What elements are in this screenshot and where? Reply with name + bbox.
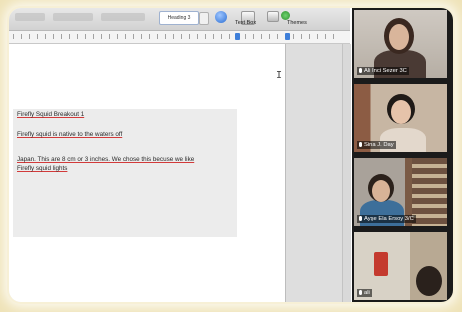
bookshelf bbox=[412, 158, 447, 226]
doc-title-line: Firefly Squid Breakout 1 bbox=[17, 111, 85, 118]
doc-line: Japan. This are 8 cm or 3 inches. We cho… bbox=[17, 156, 195, 163]
tab-marker[interactable] bbox=[285, 33, 290, 40]
participant-tile[interactable]: ali bbox=[354, 232, 447, 300]
participant-face bbox=[389, 24, 409, 50]
microphone-icon bbox=[359, 216, 362, 221]
participant-name-text: Ali Inci Sezer 3C bbox=[364, 68, 407, 74]
themes-label: Themes bbox=[287, 20, 307, 26]
participant-name-text: Ayşe Ela Ersoy 3/C bbox=[364, 216, 414, 222]
wall-object bbox=[374, 252, 388, 276]
participant-name-text: Sina J. Day bbox=[364, 142, 394, 148]
participant-tile[interactable]: Ali Inci Sezer 3C bbox=[354, 10, 447, 78]
participant-name: Ayşe Ela Ersoy 3/C bbox=[357, 215, 416, 223]
heading-style-box[interactable]: Heading 3 bbox=[159, 11, 199, 25]
shape-icon[interactable] bbox=[267, 11, 279, 22]
style-scroll-arrow[interactable] bbox=[199, 12, 209, 25]
participant-tile[interactable]: Sina J. Day bbox=[354, 84, 447, 152]
document-page[interactable]: Firefly Squid Breakout 1 Firefly squid i… bbox=[9, 44, 286, 302]
document-area: Firefly Squid Breakout 1 Firefly squid i… bbox=[9, 44, 351, 302]
participant-name: ali bbox=[357, 289, 372, 297]
ribbon-toolbar: Heading 3 Text Box Themes bbox=[9, 8, 350, 31]
text-box-label: Text Box bbox=[235, 20, 257, 26]
toolbar-faded-group bbox=[15, 13, 45, 21]
ruler bbox=[9, 31, 350, 44]
text-box[interactable]: Firefly Squid Breakout 1 Firefly squid i… bbox=[13, 109, 237, 237]
doc-line: Firefly squid lights bbox=[17, 165, 68, 172]
vertical-scrollbar[interactable] bbox=[342, 44, 351, 302]
microphone-icon bbox=[359, 290, 362, 295]
microphone-icon bbox=[359, 68, 362, 73]
participant-hair bbox=[416, 266, 442, 296]
participant-face bbox=[391, 100, 411, 124]
participant-tile[interactable]: Ayşe Ela Ersoy 3/C bbox=[354, 158, 447, 226]
microphone-icon bbox=[359, 142, 362, 147]
participant-face bbox=[372, 180, 390, 202]
indent-marker[interactable] bbox=[235, 33, 240, 40]
toolbar-faded-group bbox=[53, 13, 93, 21]
screen-frame: Heading 3 Text Box Themes Firefly Squid … bbox=[9, 8, 453, 302]
info-icon[interactable] bbox=[215, 11, 227, 23]
doc-line: Firefly squid is native to the waters of… bbox=[17, 131, 123, 138]
participant-name: Ali Inci Sezer 3C bbox=[357, 67, 409, 75]
themes-icon[interactable] bbox=[281, 11, 290, 20]
toolbar-faded-group bbox=[101, 13, 145, 21]
video-participants-panel: Ali Inci Sezer 3C Sina J. Day Ayşe Ela E… bbox=[352, 8, 453, 302]
participant-name: Sina J. Day bbox=[357, 141, 396, 149]
participant-name-text: ali bbox=[364, 290, 370, 296]
ibeam-cursor-icon: I bbox=[276, 70, 283, 81]
